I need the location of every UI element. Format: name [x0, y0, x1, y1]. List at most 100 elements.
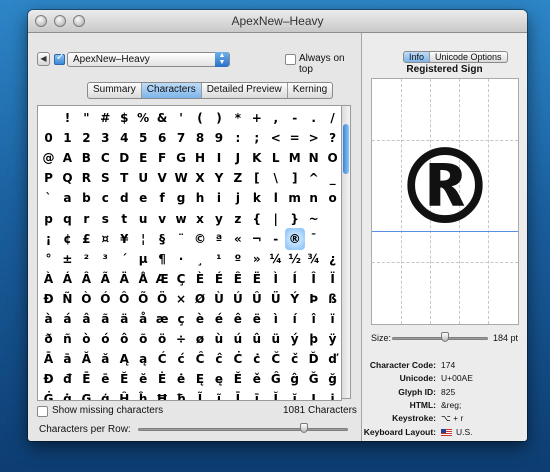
character-cell[interactable]: ó	[95, 328, 115, 350]
character-cell[interactable]: ð	[39, 328, 59, 350]
character-cell[interactable]: 6	[152, 127, 172, 149]
character-cell[interactable]: 9	[209, 127, 229, 149]
character-cell[interactable]: ;	[247, 127, 267, 149]
character-cell[interactable]: 7	[171, 127, 191, 149]
character-cell[interactable]: â	[76, 308, 96, 330]
character-cell[interactable]: ĩ	[209, 388, 229, 400]
character-cell[interactable]: Ă	[76, 348, 96, 370]
character-cell[interactable]: z	[228, 208, 248, 230]
character-cell[interactable]: Ġ	[39, 388, 59, 400]
character-cell[interactable]: ±	[57, 248, 77, 270]
character-cell[interactable]: ė	[171, 368, 191, 390]
character-cell[interactable]: ġ	[57, 388, 77, 400]
character-cell[interactable]: ï	[323, 308, 341, 330]
character-cell[interactable]: Ā	[39, 348, 59, 370]
character-cell[interactable]: Á	[57, 268, 77, 290]
character-cell[interactable]: #	[95, 107, 115, 129]
character-cell[interactable]: Ó	[95, 288, 115, 310]
character-cell[interactable]: m	[285, 187, 305, 209]
character-cell[interactable]: P	[39, 167, 59, 189]
character-cell[interactable]: Ĩ	[190, 388, 210, 400]
character-cell[interactable]: ä	[114, 308, 134, 330]
character-cell[interactable]: ¥	[114, 228, 134, 250]
tab-summary[interactable]: Summary	[88, 83, 142, 98]
character-cell[interactable]: õ	[133, 328, 153, 350]
character-cell[interactable]: Į	[304, 388, 324, 400]
character-cell[interactable]: ¢	[57, 228, 77, 250]
character-cell[interactable]: ĭ	[285, 388, 305, 400]
character-cell[interactable]: M	[285, 147, 305, 169]
character-cell[interactable]: ^	[304, 167, 324, 189]
character-cell[interactable]	[323, 228, 341, 250]
character-cell[interactable]: Û	[247, 288, 267, 310]
character-cell[interactable]: ·	[171, 248, 191, 270]
character-cell[interactable]: ĥ	[133, 388, 153, 400]
character-cell[interactable]: ģ	[95, 388, 115, 400]
character-cell[interactable]: ù	[209, 328, 229, 350]
character-cell[interactable]: l	[266, 187, 286, 209]
character-cell[interactable]: ¯	[304, 228, 324, 250]
font-select[interactable]: ApexNew–Heavy ▲ ▼	[67, 52, 230, 67]
character-cell[interactable]: Y	[209, 167, 229, 189]
character-cell[interactable]: ¶	[152, 248, 172, 270]
show-missing-checkbox[interactable]	[37, 406, 48, 417]
tab-kerning[interactable]: Kerning	[288, 83, 332, 98]
character-cell[interactable]: $	[114, 107, 134, 129]
character-cell[interactable]: Ę	[190, 368, 210, 390]
character-cell[interactable]: ´	[114, 248, 134, 270]
character-cell[interactable]: Ã	[95, 268, 115, 290]
character-cell[interactable]: a	[57, 187, 77, 209]
character-cell[interactable]: 3	[95, 127, 115, 149]
character-cell[interactable]: S	[95, 167, 115, 189]
character-cell[interactable]: Ċ	[228, 348, 248, 370]
character-cell[interactable]: F	[152, 147, 172, 169]
character-cell[interactable]: 1	[57, 127, 77, 149]
character-cell[interactable]: g	[171, 187, 191, 209]
character-cell[interactable]: W	[171, 167, 191, 189]
character-cell[interactable]: ¦	[133, 228, 153, 250]
character-cell[interactable]: Ú	[228, 288, 248, 310]
character-cell[interactable]: e	[133, 187, 153, 209]
character-cell[interactable]: ¾	[304, 248, 324, 270]
scrollbar-thumb[interactable]	[343, 124, 349, 174]
character-cell[interactable]: Ģ	[76, 388, 96, 400]
size-slider-knob[interactable]	[440, 332, 449, 342]
character-cell[interactable]: Ì	[266, 268, 286, 290]
character-cell[interactable]: h	[190, 187, 210, 209]
character-cell[interactable]: Ï	[323, 268, 341, 290]
character-cell[interactable]: ²	[76, 248, 96, 270]
character-cell[interactable]: K	[247, 147, 267, 169]
character-cell[interactable]: ă	[95, 348, 115, 370]
character-cell[interactable]: ÿ	[323, 328, 341, 350]
character-cell[interactable]: }	[285, 208, 305, 230]
character-cell[interactable]: p	[39, 208, 59, 230]
character-cell[interactable]: V	[152, 167, 172, 189]
character-cell[interactable]: Ī	[228, 388, 248, 400]
character-cell[interactable]: Ď	[304, 348, 324, 370]
character-cell[interactable]: ÷	[171, 328, 191, 350]
character-cell[interactable]: 2	[76, 127, 96, 149]
character-cell[interactable]: ã	[95, 308, 115, 330]
character-cell[interactable]: ì	[266, 308, 286, 330]
character-cell[interactable]: ü	[266, 328, 286, 350]
character-cell[interactable]: !	[57, 107, 77, 129]
character-cell[interactable]: _	[323, 167, 341, 189]
character-cell[interactable]: Ė	[152, 368, 172, 390]
character-cell[interactable]: U	[133, 167, 153, 189]
character-cell[interactable]: ?	[323, 127, 341, 149]
character-cell[interactable]: =	[285, 127, 305, 149]
character-cell[interactable]: ĕ	[133, 368, 153, 390]
always-on-top-checkbox[interactable]	[285, 54, 296, 65]
character-cell[interactable]: B	[76, 147, 96, 169]
character-cell[interactable]: Đ	[39, 368, 59, 390]
character-cell[interactable]: Ĭ	[266, 388, 286, 400]
character-cell[interactable]: ć	[171, 348, 191, 370]
character-cell[interactable]: ę	[209, 368, 229, 390]
character-cell[interactable]: Ð	[39, 288, 59, 310]
title-bar[interactable]: ApexNew–Heavy	[28, 10, 527, 33]
character-cell[interactable]: \	[266, 167, 286, 189]
character-cell[interactable]: Ĝ	[266, 368, 286, 390]
character-cell[interactable]: Ö	[152, 288, 172, 310]
character-cell[interactable]: ğ	[323, 368, 341, 390]
character-cell[interactable]: ċ	[247, 348, 267, 370]
